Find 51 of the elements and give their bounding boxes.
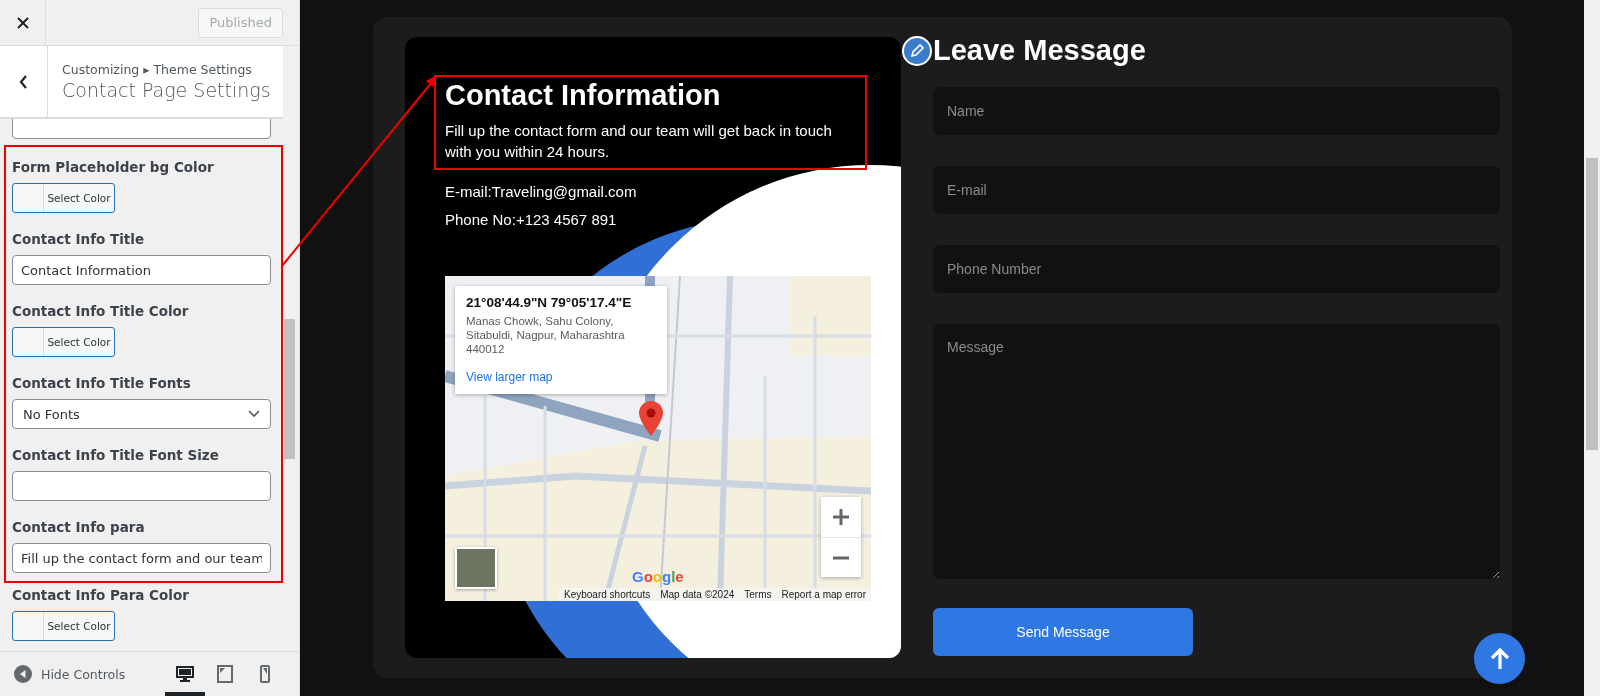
send-message-button[interactable]: Send Message [933, 608, 1193, 656]
control-label: Contact Info Para Color [12, 587, 189, 603]
arrow-up-icon [1489, 647, 1510, 670]
form-input[interactable]: E-mail [933, 166, 1500, 214]
control-label: Contact Info Title Color [12, 303, 189, 319]
contact-info-paragraph: Fill up the contact form and our team will get back in touch with you within 24 hours. [445, 121, 833, 162]
map-pin-icon [638, 401, 664, 437]
select-color-button[interactable]: Select Color [12, 327, 115, 357]
desktop-icon [176, 666, 194, 682]
coordinates: 21°08'44.9"N 79°05'17.4"E [466, 295, 632, 310]
close-icon [16, 16, 29, 29]
map-logo: Google [632, 568, 684, 585]
map-footer-link[interactable]: Map data ©2024 [660, 589, 735, 600]
plus-icon [833, 509, 849, 525]
map-footer-link[interactable]: Report a map error [781, 589, 866, 600]
select-color-button[interactable]: Select Color [12, 611, 115, 641]
chevron-down-icon [248, 410, 260, 418]
mobile-icon [260, 665, 270, 683]
contact-info-title: Contact Information [445, 79, 722, 112]
address: Manas Chowk, Sahu Colony, Sitabuldi, Nagpur, Maharashtra 440012 [466, 314, 626, 356]
text-input[interactable]: Fill up the contact form and our team [12, 543, 271, 573]
section-title: Contact Page Settings [62, 79, 271, 101]
form-input[interactable]: Phone Number [933, 245, 1500, 293]
phone-text: Phone No:+123 4567 891 [445, 211, 617, 228]
select-color-button[interactable]: Select Color [12, 183, 115, 213]
minus-icon [833, 555, 849, 560]
view-larger-map-link[interactable]: View larger map [466, 370, 553, 384]
font-select[interactable]: No Fonts [12, 399, 271, 429]
control-label: Contact Info Title Fonts [12, 375, 191, 391]
back-chevron-icon [19, 74, 28, 89]
breadcrumb: Customizing ▸ Theme Settings [62, 62, 253, 77]
control-label: Contact Info para [12, 519, 145, 535]
message-textarea[interactable]: Message [933, 324, 1500, 579]
satellite-thumbnail[interactable] [455, 547, 497, 589]
zoom-in-button[interactable] [821, 497, 861, 537]
map-footer-link[interactable]: Terms [744, 589, 772, 600]
hide-controls-button[interactable]: Hide Controls [14, 665, 126, 683]
control-label: Contact Info Title [12, 231, 145, 247]
tablet-icon [217, 665, 233, 683]
control-label: Contact Info Title Font Size [12, 447, 219, 463]
back-to-top-button[interactable] [1474, 633, 1525, 684]
pencil-icon [902, 35, 932, 66]
control-label: Form Placeholder bg Color [12, 159, 214, 175]
collapse-icon [14, 665, 32, 683]
text-input[interactable] [12, 471, 271, 501]
form-title: Leave Message [933, 34, 1146, 67]
form-input[interactable]: Name [933, 87, 1500, 135]
text-input[interactable]: Contact Information [12, 255, 271, 285]
map-footer-link[interactable]: Keyboard shortcuts [564, 589, 651, 600]
email-text: E-mail:Traveling@gmail.com [445, 183, 637, 200]
scrollbar[interactable] [1584, 0, 1600, 696]
